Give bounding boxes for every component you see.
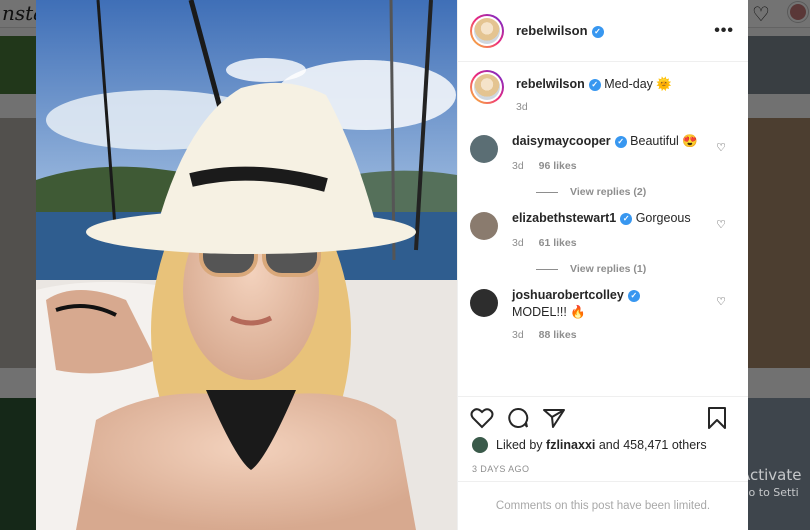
comment-username[interactable]: elizabethstewart1 bbox=[512, 211, 616, 225]
comment-age: 3d bbox=[512, 160, 524, 172]
comment-avatar[interactable] bbox=[470, 135, 498, 163]
caption-avatar[interactable] bbox=[470, 70, 504, 104]
verified-badge-icon: ✓ bbox=[588, 78, 601, 91]
author-avatar-image bbox=[474, 17, 500, 44]
comment-like-heart-icon[interactable]: ♡ bbox=[716, 218, 726, 231]
comment-text: joshuarobertcolley ✓ MODEL!!! 🔥 bbox=[512, 287, 692, 321]
comment-avatar[interactable] bbox=[470, 212, 498, 240]
bookmark-icon[interactable] bbox=[706, 406, 728, 429]
view-replies-button[interactable]: View replies (2) bbox=[536, 186, 734, 198]
comments-limited-notice: Comments on this post have been limited. bbox=[458, 481, 748, 530]
comment-item: joshuarobertcolley ✓ MODEL!!! 🔥 3d 88 lik… bbox=[458, 287, 748, 341]
watermark-subtitle: Go to Setti bbox=[740, 486, 799, 499]
comment-text: daisymaycooper ✓ Beautiful 😍 bbox=[512, 134, 698, 148]
comment-item: daisymaycooper ✓ Beautiful 😍 3d 96 likes … bbox=[458, 133, 748, 198]
comment-age: 3d bbox=[512, 237, 524, 249]
verified-badge-icon: ✓ bbox=[614, 135, 627, 148]
comment-icon[interactable] bbox=[506, 407, 530, 429]
verified-badge-icon: ✓ bbox=[591, 25, 604, 38]
liker-avatar[interactable] bbox=[472, 437, 488, 453]
comment-likes[interactable]: 88 likes bbox=[539, 329, 577, 341]
verified-badge-icon: ✓ bbox=[620, 212, 633, 225]
caption-username[interactable]: rebelwilson bbox=[516, 77, 585, 91]
caption-row: rebelwilson ✓ Med-day 🌞 3d bbox=[458, 70, 748, 113]
comment-username[interactable]: daisymaycooper bbox=[512, 134, 611, 148]
post-modal: rebelwilson ✓ ••• rebelwilson ✓ Med-day 🌞 … bbox=[36, 0, 748, 530]
post-action-bar bbox=[458, 396, 748, 438]
post-date[interactable]: 3 DAYS AGO bbox=[472, 464, 529, 474]
author-username[interactable]: rebelwilson ✓ bbox=[516, 23, 604, 38]
heart-icon[interactable] bbox=[470, 407, 494, 429]
comment-item: elizabethstewart1 ✓ Gorgeous 3d 61 likes … bbox=[458, 210, 748, 275]
liked-by-username[interactable]: fzlinaxxi bbox=[546, 438, 595, 452]
comment-likes[interactable]: 96 likes bbox=[539, 160, 577, 172]
watermark-title: Activate bbox=[740, 466, 802, 484]
post-photo[interactable] bbox=[36, 0, 457, 530]
comment-avatar[interactable] bbox=[470, 289, 498, 317]
more-options-icon[interactable]: ••• bbox=[714, 22, 734, 40]
comment-like-heart-icon[interactable]: ♡ bbox=[716, 141, 726, 154]
post-header: rebelwilson ✓ ••• bbox=[458, 0, 748, 62]
view-replies-button[interactable]: View replies (1) bbox=[536, 263, 734, 275]
comment-like-heart-icon[interactable]: ♡ bbox=[716, 295, 726, 308]
caption-text: rebelwilson ✓ Med-day 🌞 bbox=[516, 77, 672, 91]
verified-badge-icon: ✓ bbox=[627, 289, 640, 302]
author-avatar[interactable] bbox=[470, 13, 504, 48]
caption-age: 3d bbox=[516, 101, 528, 113]
windows-activation-watermark: Activate Go to Setti bbox=[740, 466, 801, 499]
comments-list: rebelwilson ✓ Med-day 🌞 3d daisymaycooper… bbox=[458, 70, 748, 341]
comment-username[interactable]: joshuarobertcolley bbox=[512, 288, 624, 302]
comment-likes[interactable]: 61 likes bbox=[539, 237, 577, 249]
liked-by-summary[interactable]: Liked by fzlinaxxi and 458,471 others bbox=[472, 437, 707, 453]
comment-text: elizabethstewart1 ✓ Gorgeous bbox=[512, 211, 691, 225]
post-details-panel: rebelwilson ✓ ••• rebelwilson ✓ Med-day 🌞 … bbox=[457, 0, 748, 530]
share-icon[interactable] bbox=[542, 407, 566, 429]
post-photo-illustration bbox=[36, 0, 457, 530]
comment-age: 3d bbox=[512, 329, 524, 341]
